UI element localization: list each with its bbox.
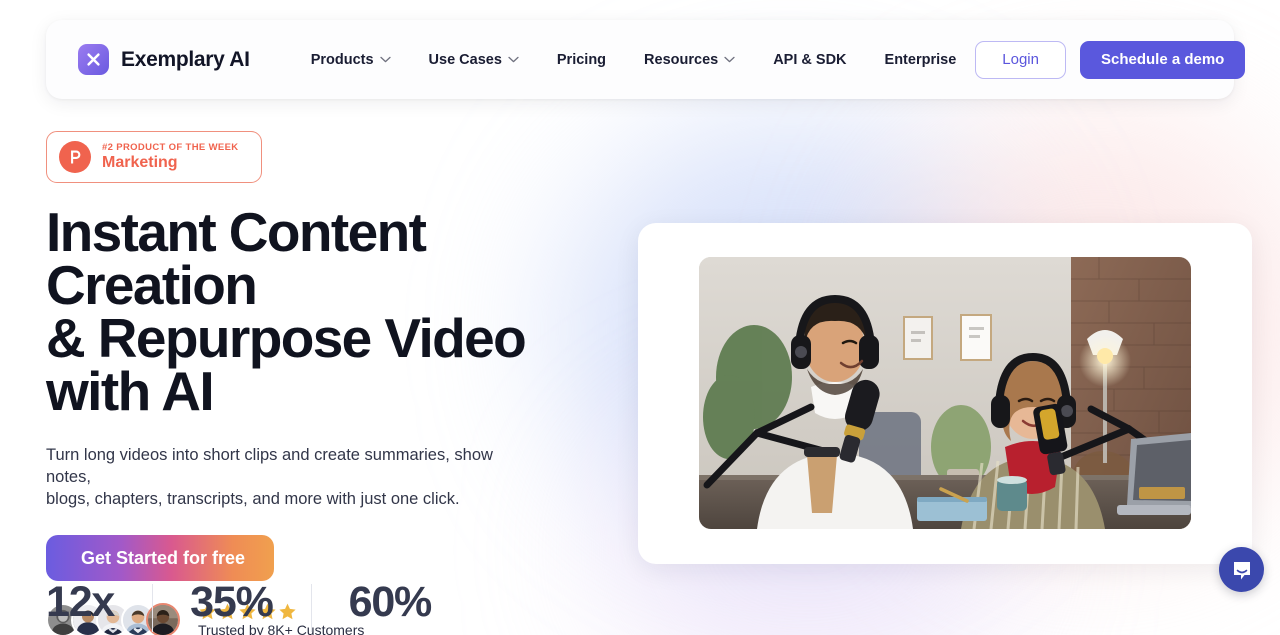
login-button[interactable]: Login xyxy=(975,40,1066,79)
stat-item: 35% xyxy=(152,578,310,635)
nav-item-label: Products xyxy=(310,51,374,68)
chevron-down-icon xyxy=(508,56,519,63)
site-header: Exemplary AI Products Use Cases Pricing … xyxy=(46,20,1246,99)
podcast-studio-photo[interactable] xyxy=(699,257,1191,529)
chevron-down-icon xyxy=(724,56,735,63)
nav-item-resources[interactable]: Resources xyxy=(625,44,754,76)
nav-item-enterprise[interactable]: Enterprise xyxy=(866,44,976,76)
hero-title-line-2: & Repurpose Video xyxy=(46,307,527,369)
get-started-button[interactable]: Get Started for free xyxy=(46,535,274,581)
nav-item-label: Enterprise xyxy=(884,51,957,68)
nav-item-label: Use Cases xyxy=(428,51,502,68)
hero-media-card xyxy=(638,223,1252,564)
nav-item-use-cases[interactable]: Use Cases xyxy=(410,44,538,76)
intercom-chat-button[interactable] xyxy=(1219,547,1264,592)
product-hunt-rank: #2 PRODUCT OF THE WEEK xyxy=(102,142,239,154)
nav-item-label: Pricing xyxy=(556,51,607,68)
product-hunt-category: Marketing xyxy=(102,154,178,172)
intercom-chat-icon xyxy=(1233,561,1250,579)
nav-item-pricing[interactable]: Pricing xyxy=(538,44,625,76)
nav-item-api-sdk[interactable]: API & SDK xyxy=(754,44,865,76)
main-nav: Products Use Cases Pricing Resources API… xyxy=(292,44,976,76)
stat-item: 60% xyxy=(310,578,469,635)
stats-row: 12x 35% 60% xyxy=(46,578,469,635)
hero-subtitle: Turn long videos into short clips and cr… xyxy=(46,444,516,510)
chevron-down-icon xyxy=(379,56,391,63)
brand-name: Exemplary AI xyxy=(121,47,250,71)
hero-subtitle-line-2: blogs, chapters, transcripts, and more w… xyxy=(46,490,460,508)
stat-value: 60% xyxy=(348,578,433,626)
product-hunt-icon xyxy=(59,141,91,173)
nav-item-label: API & SDK xyxy=(773,51,847,68)
hero-subtitle-line-1: Turn long videos into short clips and cr… xyxy=(46,446,493,486)
stat-value: 12x xyxy=(46,578,115,626)
hero-content: #2 PRODUCT OF THE WEEK Marketing Instant… xyxy=(46,131,606,635)
stat-item: 12x xyxy=(46,578,152,635)
hero-title: Instant Content Creation & Repurpose Vid… xyxy=(46,201,606,422)
landing-page: Exemplary AI Products Use Cases Pricing … xyxy=(0,0,1280,635)
stat-value: 35% xyxy=(190,578,274,626)
product-hunt-badge[interactable]: #2 PRODUCT OF THE WEEK Marketing xyxy=(46,131,262,183)
nav-item-label: Resources xyxy=(644,51,719,68)
product-hunt-text: #2 PRODUCT OF THE WEEK Marketing xyxy=(102,142,239,172)
hero-title-line-1: Instant Content Creation xyxy=(46,201,427,316)
schedule-demo-button[interactable]: Schedule a demo xyxy=(1079,40,1246,79)
header-actions: Login Schedule a demo xyxy=(975,40,1246,79)
x-logo-icon xyxy=(78,44,109,75)
hero-title-line-3: with AI xyxy=(46,360,215,422)
brand-logo[interactable]: Exemplary AI xyxy=(78,44,250,75)
nav-item-products[interactable]: Products xyxy=(292,44,410,76)
